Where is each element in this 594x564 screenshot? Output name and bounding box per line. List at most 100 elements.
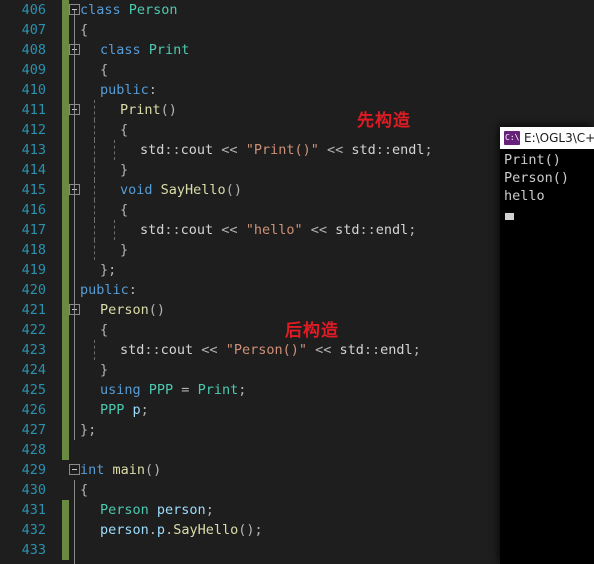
indent-guide <box>94 180 95 200</box>
code-text[interactable]: class Print <box>100 40 189 60</box>
outline-column[interactable] <box>68 140 94 160</box>
line-number: 415 <box>21 182 46 198</box>
line-number: 420 <box>21 282 46 298</box>
annotation-second-construct: 后构造 <box>285 321 339 341</box>
code-text[interactable]: }; <box>100 260 116 280</box>
outline-column[interactable] <box>68 180 94 200</box>
line-number: 409 <box>21 62 46 78</box>
code-text[interactable]: Person person; <box>100 500 214 520</box>
line-number: 428 <box>21 442 46 458</box>
outline-column[interactable] <box>68 240 94 260</box>
outline-column[interactable] <box>68 380 94 400</box>
code-text[interactable]: }; <box>80 420 96 440</box>
line-number: 424 <box>21 362 46 378</box>
console-title-text: E:\OGL3\C+ <box>524 131 594 145</box>
line-number: 432 <box>21 522 46 538</box>
indent-guide <box>94 160 95 180</box>
line-number: 421 <box>21 302 46 318</box>
code-text[interactable]: std::cout << "Print()" << std::endl; <box>140 140 433 160</box>
code-text[interactable]: public: <box>100 80 157 100</box>
code-text[interactable]: PPP p; <box>100 400 149 420</box>
outline-column[interactable] <box>68 340 94 360</box>
indent-guide <box>94 220 95 240</box>
line-number: 414 <box>21 162 46 178</box>
code-text[interactable]: { <box>120 200 128 220</box>
code-line[interactable]: 407 { <box>0 20 594 40</box>
code-text[interactable]: { <box>100 60 108 80</box>
code-text[interactable]: std::cout << "Person()" << std::endl; <box>120 340 421 360</box>
outline-column[interactable] <box>68 200 94 220</box>
code-text[interactable]: } <box>120 240 128 260</box>
code-line[interactable]: 410 public: <box>0 80 594 100</box>
outline-column[interactable] <box>68 40 94 60</box>
indent-guide <box>114 140 115 160</box>
outline-column[interactable] <box>68 500 94 520</box>
code-text[interactable]: Person() <box>100 300 165 320</box>
outline-column[interactable] <box>68 360 94 380</box>
console-cursor <box>505 213 514 220</box>
console-window[interactable]: E:\OGL3\C+ Print() Person() hello <box>500 127 594 564</box>
outline-column[interactable] <box>68 60 94 80</box>
line-number: 433 <box>21 542 46 558</box>
indent-guide <box>94 120 95 140</box>
line-number: 407 <box>21 22 46 38</box>
line-number: 408 <box>21 42 46 58</box>
outline-column[interactable] <box>68 520 94 540</box>
indent-guide <box>94 100 95 120</box>
line-number: 411 <box>21 102 46 118</box>
outline-column[interactable] <box>68 220 94 240</box>
code-text[interactable]: std::cout << "hello" << std::endl; <box>140 220 416 240</box>
indent-guide <box>114 220 115 240</box>
line-number: 410 <box>21 82 46 98</box>
code-line[interactable]: 408 class Print <box>0 40 594 60</box>
code-line[interactable]: 406 class Person <box>0 0 594 20</box>
console-output-line: hello <box>504 188 545 204</box>
code-text[interactable]: class Person <box>80 0 178 20</box>
line-number: 406 <box>21 2 46 18</box>
code-text[interactable]: { <box>100 320 108 340</box>
code-text[interactable]: { <box>120 120 128 140</box>
console-titlebar[interactable]: E:\OGL3\C+ <box>500 127 594 149</box>
code-line[interactable]: 409 { <box>0 60 594 80</box>
line-number: 430 <box>21 482 46 498</box>
outline-column[interactable] <box>68 160 94 180</box>
code-text[interactable]: } <box>100 360 108 380</box>
outline-column[interactable] <box>68 260 94 280</box>
line-number: 429 <box>21 462 46 478</box>
outline-column[interactable] <box>68 400 94 420</box>
line-number: 425 <box>21 382 46 398</box>
code-text[interactable]: public: <box>80 280 137 300</box>
code-text[interactable]: person.p.SayHello(); <box>100 520 263 540</box>
code-text[interactable]: { <box>80 20 88 40</box>
code-line[interactable]: 411 Print() <box>0 100 594 120</box>
collapse-minus-icon[interactable] <box>69 464 80 475</box>
annotation-first-construct: 先构造 <box>357 111 411 131</box>
console-output-line: Person() <box>504 170 570 186</box>
indent-guide <box>94 140 95 160</box>
code-text[interactable]: } <box>120 160 128 180</box>
line-number: 426 <box>21 402 46 418</box>
outline-column[interactable] <box>68 300 94 320</box>
outline-column[interactable] <box>68 320 94 340</box>
line-number: 417 <box>21 222 46 238</box>
line-number: 431 <box>21 502 46 518</box>
code-text[interactable]: void SayHello() <box>120 180 242 200</box>
outline-column[interactable] <box>68 100 94 120</box>
outline-column[interactable] <box>68 540 94 560</box>
code-text[interactable]: { <box>80 480 88 500</box>
outline-column[interactable] <box>68 80 94 100</box>
line-number: 419 <box>21 262 46 278</box>
line-number: 418 <box>21 242 46 258</box>
outline-scope-line <box>74 10 75 440</box>
outline-column[interactable] <box>68 120 94 140</box>
line-number: 413 <box>21 142 46 158</box>
code-text[interactable]: using PPP = Print; <box>100 380 246 400</box>
line-number: 427 <box>21 422 46 438</box>
code-text[interactable]: int main() <box>80 460 161 480</box>
line-number: 422 <box>21 322 46 338</box>
indent-guide <box>94 240 95 260</box>
console-window-icon <box>504 131 520 145</box>
code-text[interactable]: Print() <box>120 100 177 120</box>
outline-column[interactable] <box>68 440 94 460</box>
console-output-line: Print() <box>504 152 561 168</box>
